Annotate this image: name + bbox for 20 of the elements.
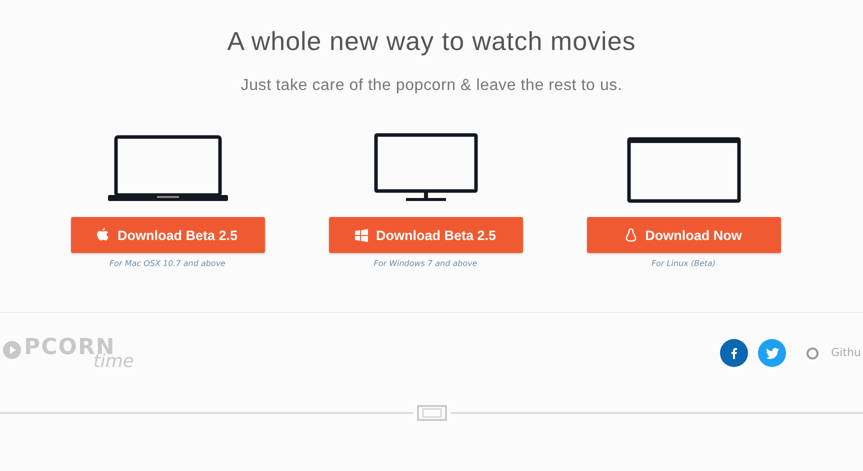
bird-icon — [766, 348, 779, 358]
hero-subtitle: Just take care of the popcorn & leave the rest to us. — [240, 77, 622, 95]
github-link[interactable]: Githu — [806, 346, 861, 360]
facebook-button[interactable] — [720, 339, 748, 367]
hero-title: A whole new way to watch movies — [227, 26, 636, 57]
download-button[interactable]: Download Beta 2.5 — [328, 217, 522, 253]
apple-icon — [97, 228, 110, 242]
twitter-button[interactable] — [758, 339, 786, 367]
download-button[interactable]: Download Beta 2.5 — [70, 217, 264, 253]
windows-icon — [354, 228, 368, 242]
platform-caption: For Linux (Beta) — [651, 259, 716, 268]
platform-caption: For Windows 7 and above — [374, 259, 478, 268]
film-icon — [416, 405, 446, 421]
platform-caption: For Mac OSX 10.7 and above — [110, 259, 226, 268]
laptop-icon — [106, 135, 228, 203]
facebook-icon — [731, 348, 738, 358]
monitor-icon — [374, 133, 478, 203]
monitor-icon — [626, 137, 740, 203]
download-button[interactable]: Download Now — [586, 217, 780, 253]
play-circle-icon — [2, 340, 22, 360]
